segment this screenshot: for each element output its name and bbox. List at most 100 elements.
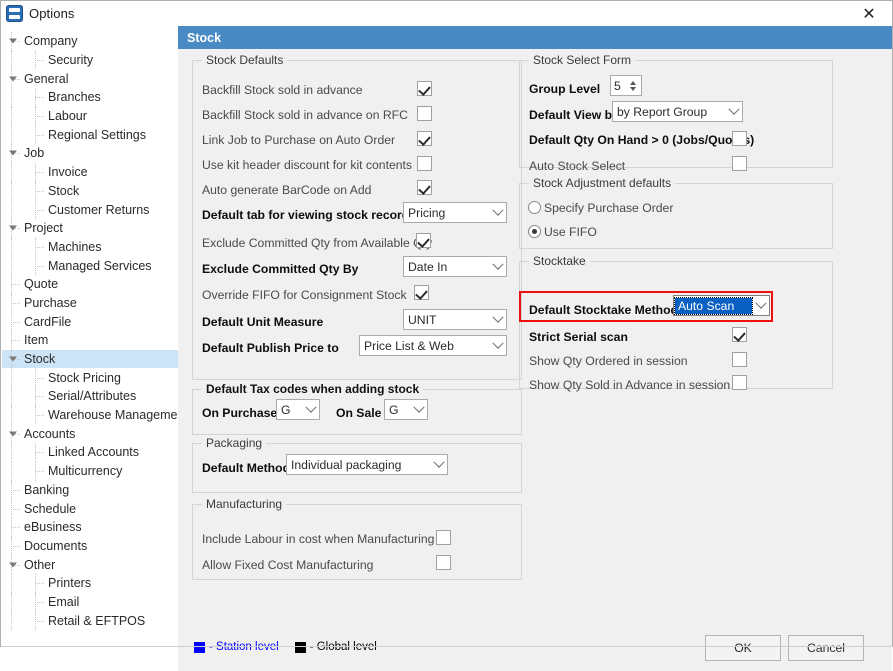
spinner-arrows-icon[interactable] bbox=[627, 80, 641, 91]
checkbox-show-qty-sold-advance[interactable] bbox=[732, 375, 747, 390]
checkbox-auto-generate-barcode[interactable] bbox=[417, 180, 432, 195]
sidebar-item-stock[interactable]: Stock bbox=[2, 181, 178, 201]
sidebar-item-invoice[interactable]: Invoice bbox=[2, 162, 178, 182]
close-icon[interactable]: ✕ bbox=[846, 1, 892, 26]
sidebar-item-label: Multicurrency bbox=[48, 464, 123, 479]
checkbox-include-labour[interactable] bbox=[436, 530, 451, 545]
expander-collapse-icon[interactable] bbox=[9, 225, 17, 231]
settings-tree[interactable]: Company Security General Branches Labour Regi… bbox=[2, 26, 178, 630]
sidebar-item-label: Branches bbox=[48, 90, 101, 105]
sidebar-item-multicurrency[interactable]: Multicurrency bbox=[2, 461, 178, 481]
tree-connector-line bbox=[35, 190, 44, 192]
tree-guide-line bbox=[11, 181, 12, 201]
tree-connector-line bbox=[35, 172, 44, 174]
combo-on-sale[interactable]: G bbox=[384, 399, 428, 420]
label-exclude-committed-available: Exclude Committed Qty from Available Qty bbox=[202, 236, 433, 250]
label-backfill-stock: Backfill Stock sold in advance bbox=[202, 83, 363, 97]
sidebar-item-purchase[interactable]: Purchase bbox=[2, 293, 178, 313]
sidebar-item-warehouse-management[interactable]: Warehouse Management bbox=[2, 405, 178, 425]
station-level-swatch-icon bbox=[194, 641, 205, 653]
sidebar-item-retail-eftpos[interactable]: Retail & EFTPOS bbox=[2, 611, 178, 630]
sidebar-item-project[interactable]: Project bbox=[2, 218, 178, 238]
label-fixed-cost-manufacturing: Allow Fixed Cost Manufacturing bbox=[202, 558, 374, 572]
combo-on-purchase[interactable]: G bbox=[276, 399, 320, 420]
settings-pane: Stock Stock Defaults Backfill Stock sold… bbox=[178, 26, 892, 671]
combo-default-view-by[interactable]: by Report Group bbox=[612, 101, 743, 122]
expander-collapse-icon[interactable] bbox=[9, 562, 17, 568]
ok-button[interactable]: OK bbox=[705, 635, 781, 661]
label-on-sale: On Sale bbox=[336, 406, 382, 420]
sidebar-item-machines[interactable]: Machines bbox=[2, 237, 178, 257]
checkbox-backfill-stock-rfc[interactable] bbox=[417, 106, 432, 121]
sidebar-item-label: Printers bbox=[48, 576, 92, 591]
checkbox-strict-serial-scan[interactable] bbox=[732, 327, 747, 342]
sidebar-item-other[interactable]: Other bbox=[2, 555, 178, 574]
checkbox-fixed-cost-manufacturing[interactable] bbox=[436, 555, 451, 570]
sidebar-item-accounts[interactable]: Accounts bbox=[2, 424, 178, 444]
sidebar-item-item[interactable]: Item bbox=[2, 331, 178, 350]
sidebar-item-branches[interactable]: Branches bbox=[2, 88, 178, 107]
label-strict-serial-scan: Strict Serial scan bbox=[529, 330, 628, 344]
sidebar-item-managed-services[interactable]: Managed Services bbox=[2, 256, 178, 275]
sidebar-item-stock[interactable]: Stock bbox=[2, 349, 178, 369]
tree-guide-line bbox=[11, 611, 12, 630]
cancel-button[interactable]: Cancel bbox=[788, 635, 864, 661]
combo-exclude-committed-by[interactable]: Date In bbox=[403, 256, 507, 277]
sidebar-item-label: Company bbox=[24, 34, 78, 49]
checkbox-link-job-purchase[interactable] bbox=[417, 131, 432, 146]
expander-collapse-icon[interactable] bbox=[9, 150, 17, 156]
sidebar-item-quote[interactable]: Quote bbox=[2, 274, 178, 294]
sidebar-item-printers[interactable]: Printers bbox=[2, 573, 178, 593]
checkbox-backfill-stock[interactable] bbox=[417, 81, 432, 96]
checkbox-kit-header-discount[interactable] bbox=[417, 156, 432, 171]
sidebar-item-banking[interactable]: Banking bbox=[2, 480, 178, 500]
options-window: Options ✕ Company Security General Branches… bbox=[0, 0, 893, 671]
tree-connector-line bbox=[35, 265, 44, 267]
label-default-publish-price: Default Publish Price to bbox=[202, 341, 339, 355]
checkbox-auto-stock-select[interactable] bbox=[732, 156, 747, 171]
sidebar-item-ebusiness[interactable]: eBusiness bbox=[2, 517, 178, 537]
sidebar-item-email[interactable]: Email bbox=[2, 592, 178, 612]
combo-default-unit-measure[interactable]: UNIT bbox=[403, 309, 507, 330]
sidebar-item-linked-accounts[interactable]: Linked Accounts bbox=[2, 443, 178, 462]
sidebar-item-security[interactable]: Security bbox=[2, 50, 178, 70]
label-group-level: Group Level bbox=[529, 82, 601, 96]
radio-use-fifo[interactable] bbox=[528, 225, 541, 238]
navigation-sidebar[interactable]: Company Security General Branches Labour Regi… bbox=[2, 26, 178, 646]
sidebar-item-label: Purchase bbox=[24, 295, 77, 310]
expander-collapse-icon[interactable] bbox=[9, 356, 17, 362]
checkbox-override-fifo[interactable] bbox=[414, 285, 429, 300]
sidebar-item-labour[interactable]: Labour bbox=[2, 106, 178, 126]
sidebar-item-label: Managed Services bbox=[48, 258, 152, 273]
tree-guide-line bbox=[11, 592, 12, 612]
combo-default-publish-price[interactable]: Price List & Web bbox=[359, 335, 507, 356]
checkbox-show-qty-ordered[interactable] bbox=[732, 352, 747, 367]
checkbox-exclude-committed-available[interactable] bbox=[416, 233, 431, 248]
sidebar-item-job[interactable]: Job bbox=[2, 144, 178, 163]
combo-default-packaging-method[interactable]: Individual packaging bbox=[286, 454, 448, 475]
tree-connector-line bbox=[35, 396, 44, 398]
expander-collapse-icon[interactable] bbox=[9, 38, 17, 44]
sidebar-item-label: Item bbox=[24, 333, 49, 348]
sidebar-item-schedule[interactable]: Schedule bbox=[2, 499, 178, 518]
sidebar-item-cardfile[interactable]: CardFile bbox=[2, 312, 178, 331]
tree-connector-line bbox=[11, 302, 20, 304]
spinner-group-level[interactable]: 5 bbox=[610, 75, 642, 96]
label-default-qty-on-hand: Default Qty On Hand > 0 (Jobs/Quotes) bbox=[529, 133, 755, 147]
sidebar-item-label: Customer Returns bbox=[48, 202, 150, 217]
combo-default-stocktake-method[interactable]: Auto Scan bbox=[673, 295, 770, 316]
sidebar-item-regional-settings[interactable]: Regional Settings bbox=[2, 125, 178, 145]
combo-default-tab[interactable]: Pricing bbox=[403, 202, 507, 223]
label-on-purchase: On Purchase bbox=[202, 406, 278, 420]
radio-specify-purchase-order[interactable] bbox=[528, 201, 541, 214]
tree-guide-line bbox=[11, 106, 12, 126]
sidebar-item-customer-returns[interactable]: Customer Returns bbox=[2, 200, 178, 219]
expander-collapse-icon[interactable] bbox=[9, 431, 17, 437]
sidebar-item-general[interactable]: General bbox=[2, 69, 178, 89]
sidebar-item-stock-pricing[interactable]: Stock Pricing bbox=[2, 368, 178, 388]
sidebar-item-company[interactable]: Company bbox=[2, 32, 178, 51]
sidebar-item-serial-attributes[interactable]: Serial/Attributes bbox=[2, 387, 178, 406]
sidebar-item-documents[interactable]: Documents bbox=[2, 536, 178, 556]
expander-collapse-icon[interactable] bbox=[9, 76, 17, 82]
checkbox-default-qty-on-hand[interactable] bbox=[732, 131, 747, 146]
